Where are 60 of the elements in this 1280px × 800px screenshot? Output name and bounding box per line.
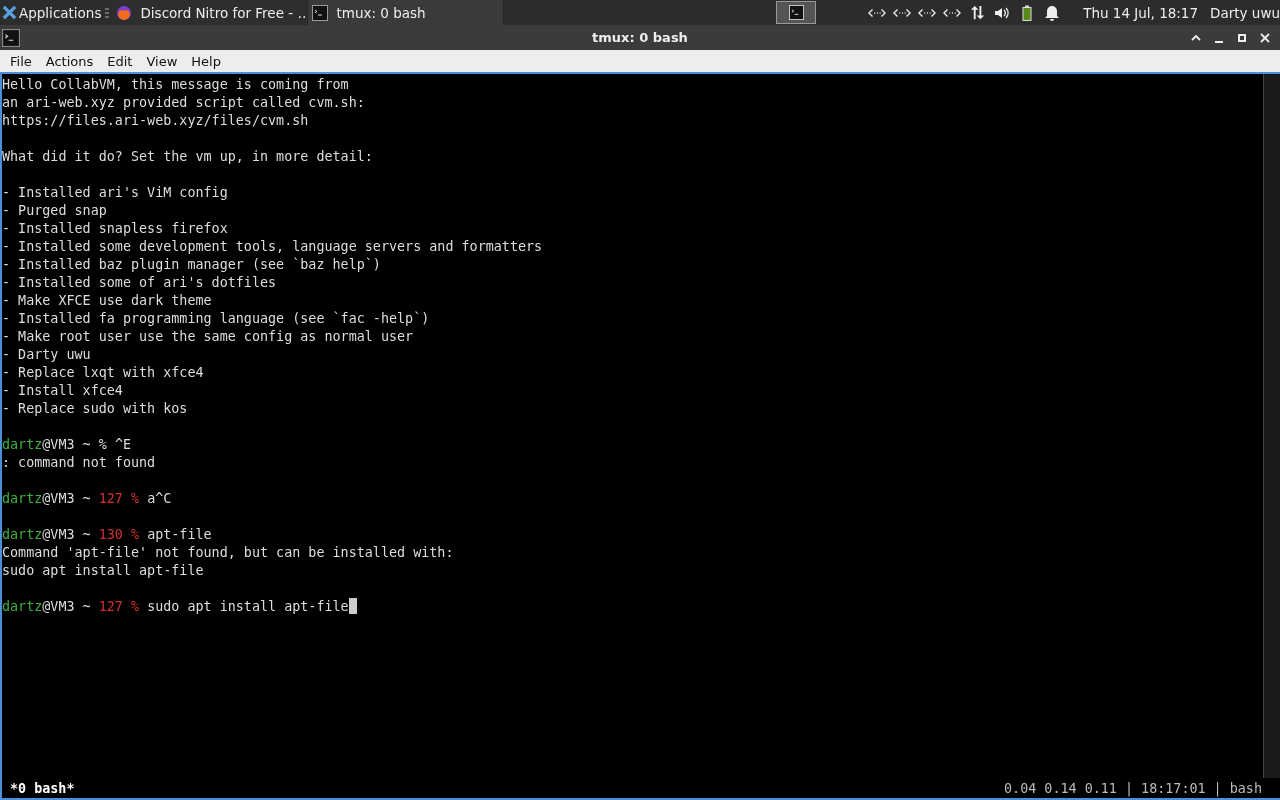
command-text: apt-file xyxy=(147,527,212,542)
exit-status: 127 % xyxy=(98,491,140,506)
terminal-line: - Purged snap xyxy=(2,203,107,218)
command-text: a^C xyxy=(147,491,172,506)
terminal-line: - Make XFCE use dark theme xyxy=(2,293,212,308)
prompt-sign: % xyxy=(98,437,107,452)
prompt-host: @VM3 ~ xyxy=(42,491,91,506)
terminal-icon[interactable] xyxy=(2,28,20,47)
terminal-line: Hello CollabVM, this message is coming from xyxy=(2,77,349,92)
terminal-line: - Replace sudo with kos xyxy=(2,401,188,416)
command-text: ^E xyxy=(114,437,131,452)
menu-item[interactable]: View xyxy=(139,53,185,69)
prompt-user: dartz xyxy=(2,491,43,506)
command-text: sudo apt install apt-file xyxy=(147,599,349,614)
terminal-line: - Darty uwu xyxy=(2,347,91,362)
terminal-line: an ari-web.xyz provided script called cvm.sh: xyxy=(2,95,365,110)
bell-icon[interactable] xyxy=(1043,4,1062,21)
fox-globe-icon xyxy=(116,4,133,21)
terminal-line: - Replace lxqt with xfce4 xyxy=(2,365,204,380)
prompt-user: dartz xyxy=(2,527,43,542)
prompt-host: @VM3 ~ xyxy=(42,599,91,614)
status-info: 0.04 0.14 0.11 | 18:17:01 | bash xyxy=(1004,780,1262,796)
window-title: tmux: 0 bash xyxy=(592,30,688,45)
taskbar-button[interactable]: tmux: 0 bash xyxy=(308,0,505,25)
exit-status: 130 % xyxy=(98,527,140,542)
terminal-icon xyxy=(312,4,329,21)
x-logo-icon xyxy=(2,5,17,20)
scrollbar[interactable] xyxy=(1263,74,1280,778)
terminal-icon xyxy=(788,5,804,20)
handle-icon[interactable] xyxy=(105,6,110,19)
applications-menu[interactable]: Applications xyxy=(0,0,104,25)
terminal-line: - Installed fa programming language (see `fac -help`) xyxy=(2,311,430,326)
terminal-line: https://files.ari-web.xyz/files/cvm.sh xyxy=(2,113,309,128)
exit-status: 127 % xyxy=(98,599,140,614)
clock[interactable]: Thu 14 Jul, 18:17 xyxy=(1083,4,1199,21)
menu-item[interactable]: Help xyxy=(184,53,228,69)
terminal-line: - Installed some of ari's dotfiles xyxy=(2,275,277,290)
terminal-line: Command 'apt-file' not found, but can be installed with: xyxy=(2,545,454,560)
prompt-user: dartz xyxy=(2,437,43,452)
terminal-line: What did it do? Set the vm up, in more detail: xyxy=(2,149,373,164)
workspace-button[interactable] xyxy=(776,1,817,24)
terminal-line: - Install xfce4 xyxy=(2,383,123,398)
menu-item[interactable]: Actions xyxy=(38,53,101,69)
window-list: *0 bash* xyxy=(10,780,75,796)
transfer-arrows-icon[interactable] xyxy=(968,4,987,21)
prompt-host: @VM3 ~ xyxy=(42,527,91,542)
menu-item[interactable]: File xyxy=(3,53,39,69)
terminal-line: - Installed baz plugin manager (see `baz help`) xyxy=(2,257,381,272)
prompt-host: @VM3 ~ xyxy=(42,437,91,452)
terminal-line: : command not found xyxy=(2,455,156,470)
terminal-line: - Make root user use the same config as normal user xyxy=(2,329,414,344)
terminal-line: - Installed snapless firefox xyxy=(2,221,228,236)
user-name[interactable]: Darty uwu xyxy=(1210,4,1280,21)
terminal-line: - Installed ari's ViM config xyxy=(2,185,228,200)
terminal-line: - Installed some development tools, language servers and formatters xyxy=(2,239,543,254)
prompt-user: dartz xyxy=(2,599,43,614)
menu-item[interactable]: Edit xyxy=(100,53,140,69)
terminal-line: sudo apt install apt-file xyxy=(2,563,204,578)
close-icon[interactable] xyxy=(1259,31,1271,44)
maximize-icon[interactable] xyxy=(1236,31,1248,44)
